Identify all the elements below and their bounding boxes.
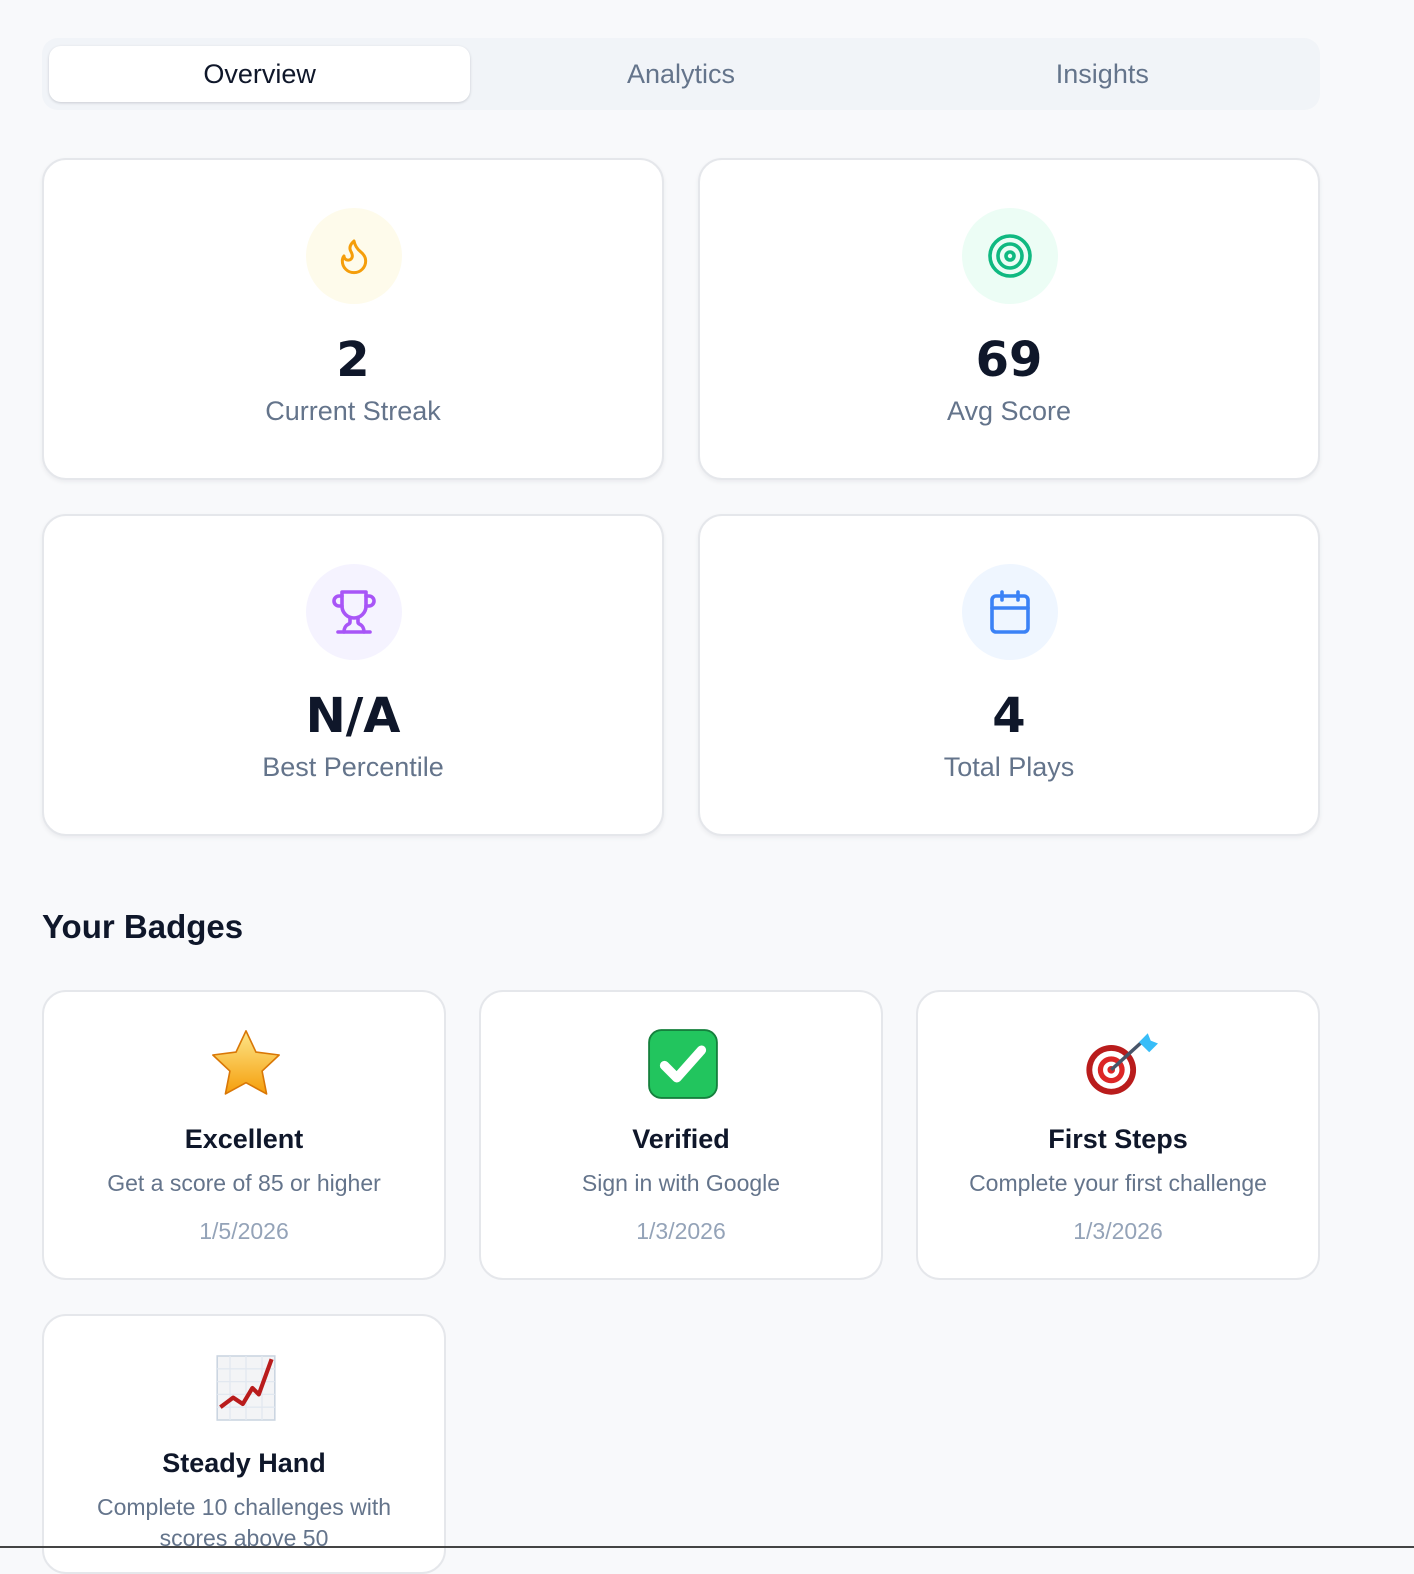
stat-card-total-plays: 4 Total Plays: [698, 514, 1320, 836]
badge-description: Complete 10 challenges with scores above…: [96, 1494, 392, 1551]
tab-insights[interactable]: Insights: [892, 46, 1313, 102]
calendar-icon: [962, 564, 1058, 660]
tab-analytics[interactable]: Analytics: [470, 46, 891, 102]
badge-description: Complete your first challenge: [969, 1170, 1267, 1196]
tab-bar: Overview Analytics Insights: [42, 38, 1320, 110]
badges-section-title: Your Badges: [42, 908, 244, 945]
avg-score-value: 69: [975, 332, 1043, 388]
streak-label: Current Streak: [265, 396, 441, 426]
stat-card-best-percentile: N/A Best Percentile: [42, 514, 664, 836]
badge-date: 1/3/2026: [1073, 1218, 1163, 1244]
tab-overview[interactable]: Overview: [49, 46, 471, 102]
badge-title: Verified: [632, 1124, 730, 1154]
chart-increasing-icon: [196, 1346, 296, 1430]
badge-date: 1/5/2026: [199, 1218, 289, 1244]
badge-title: Excellent: [184, 1124, 304, 1154]
check-mark-icon: [633, 1022, 733, 1106]
badge-title: Steady Hand: [162, 1448, 326, 1478]
badge-description: Sign in with Google: [581, 1170, 781, 1196]
badge-title: First Steps: [1048, 1124, 1188, 1154]
stat-card-avg-score: 69 Avg Score: [698, 158, 1320, 480]
bottom-divider: [0, 1546, 1414, 1548]
streak-value: 2: [336, 332, 370, 388]
best-percentile-value: N/A: [305, 688, 401, 744]
badge-card-verified: Verified Sign in with Google 1/3/2026: [479, 990, 883, 1280]
badge-card-excellent: Excellent Get a score of 85 or higher 1/…: [42, 990, 446, 1280]
star-icon: [196, 1022, 296, 1106]
badge-card-first-steps: First Steps Complete your first challeng…: [916, 990, 1320, 1280]
best-percentile-label: Best Percentile: [262, 752, 444, 782]
badge-date: 1/3/2026: [636, 1218, 726, 1244]
dart-target-icon: [1070, 1022, 1170, 1106]
flame-icon: [306, 208, 402, 304]
avg-score-label: Avg Score: [946, 396, 1072, 426]
stat-card-current-streak: 2 Current Streak: [42, 158, 664, 480]
total-plays-label: Total Plays: [943, 752, 1075, 782]
target-icon: [962, 208, 1058, 304]
total-plays-value: 4: [992, 688, 1026, 744]
badge-description: Get a score of 85 or higher: [107, 1170, 381, 1196]
trophy-icon: [306, 564, 402, 660]
badge-card-steady-hand: Steady Hand Complete 10 challenges with …: [42, 1314, 446, 1574]
